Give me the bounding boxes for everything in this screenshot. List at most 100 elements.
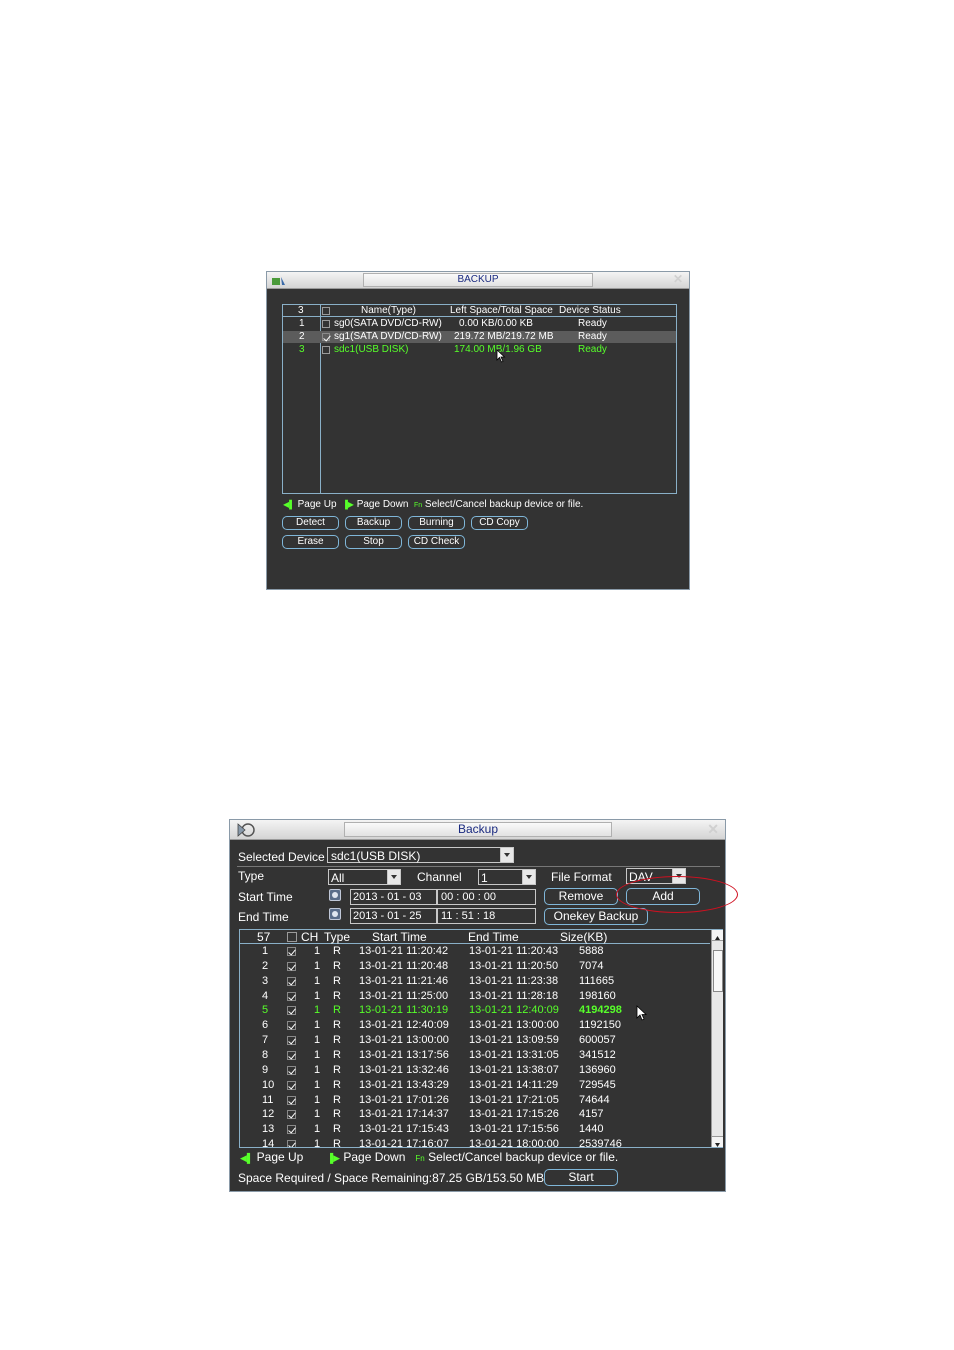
stop-button[interactable]: Stop: [345, 535, 402, 549]
dialog-title: BACKUP: [363, 273, 593, 287]
type-label: Type: [238, 869, 265, 883]
row-type: R: [333, 1138, 341, 1147]
row-size: 5888: [579, 945, 604, 957]
table-row[interactable]: 8 1 R 13-01-21 13:17:56 13-01-21 13:31:05 341…: [240, 1048, 710, 1063]
selected-device-dropdown[interactable]: sdc1(USB DISK): [327, 847, 514, 863]
table-row[interactable]: 3 1 R 13-01-21 11:21:46 13-01-21 11:23:38 111…: [240, 974, 710, 989]
remove-button[interactable]: Remove: [544, 888, 618, 905]
row-size: 341512: [579, 1048, 616, 1061]
close-icon[interactable]: ✕: [707, 821, 719, 838]
row-checkbox[interactable]: [287, 1140, 296, 1147]
device-space: 219.72 MB/219.72 MB: [454, 331, 554, 342]
table-row[interactable]: 14 1 R 13-01-21 17:16:07 13-01-21 18:00:00 25…: [240, 1137, 710, 1147]
detect-button[interactable]: Detect: [282, 516, 339, 530]
row-type: R: [333, 989, 341, 1002]
row-type: R: [333, 1093, 341, 1106]
cd-copy-button[interactable]: CD Copy: [471, 516, 528, 530]
end-date-field[interactable]: 2013 - 01 - 25: [350, 908, 437, 924]
row-channel: 1: [314, 1048, 321, 1061]
list-item[interactable]: 3 sdc1(USB DISK) 174.00 MB/1.96 GB Ready: [283, 344, 676, 356]
end-time-value: 11 : 51 : 18: [441, 910, 496, 922]
row-checkbox[interactable]: [322, 320, 330, 328]
start-time-clock-icon[interactable]: [329, 889, 341, 901]
row-number: 2: [262, 959, 269, 972]
table-row[interactable]: 12 1 R 13-01-21 17:14:37 13-01-21 17:15:26 41…: [240, 1107, 710, 1122]
channel-value: 1: [481, 871, 488, 885]
page-down-icon: ▐▶: [342, 500, 354, 509]
row-size: 1192150: [579, 1019, 622, 1032]
close-icon[interactable]: ✕: [673, 272, 683, 286]
table-row[interactable]: 10 1 R 13-01-21 13:43:29 13-01-21 14:11:29 72…: [240, 1078, 710, 1093]
table-row[interactable]: 13 1 R 13-01-21 17:15:43 13-01-21 17:15:56 14…: [240, 1122, 710, 1137]
row-start-time: 13-01-21 13:43:29: [359, 1078, 449, 1091]
table-row[interactable]: 9 1 R 13-01-21 13:32:46 13-01-21 13:38:07 136…: [240, 1063, 710, 1078]
file-rows: 1 1 R 13-01-21 11:20:42 13-01-21 11:20:43 588…: [240, 944, 710, 1147]
row-checkbox[interactable]: [287, 1021, 296, 1031]
table-row[interactable]: 11 1 R 13-01-21 17:01:26 13-01-21 17:21:05 74…: [240, 1093, 710, 1108]
row-start-time: 13-01-21 17:15:43: [359, 1123, 449, 1136]
scroll-thumb[interactable]: [713, 950, 723, 992]
row-checkbox[interactable]: [287, 976, 296, 986]
row-number: 1: [262, 945, 269, 957]
row-checkbox[interactable]: [287, 961, 296, 971]
row-checkbox[interactable]: [287, 1125, 296, 1135]
row-channel: 1: [314, 959, 321, 972]
row-channel: 1: [314, 1034, 321, 1047]
device-status: Ready: [578, 344, 607, 355]
start-button[interactable]: Start: [544, 1169, 618, 1186]
row-checkbox[interactable]: [287, 1050, 296, 1060]
hint-bar: ◀▌ Page Up ▐▶ Page Down Fn Select/Cancel…: [283, 499, 583, 510]
cd-check-button[interactable]: CD Check: [408, 535, 465, 549]
table-row[interactable]: 4 1 R 13-01-21 11:25:00 13-01-21 11:28:18 198…: [240, 989, 710, 1004]
row-end-time: 13-01-21 11:20:50: [469, 959, 559, 972]
select-all-checkbox[interactable]: [322, 307, 330, 315]
mouse-cursor-icon: [496, 349, 506, 368]
channel-dropdown[interactable]: 1: [478, 869, 536, 885]
table-row[interactable]: 1 1 R 13-01-21 11:20:42 13-01-21 11:20:43 588…: [240, 944, 710, 959]
row-checkbox[interactable]: [287, 1006, 296, 1016]
row-start-time: 13-01-21 13:00:00: [359, 1034, 449, 1047]
row-end-time: 13-01-21 13:00:00: [469, 1019, 559, 1032]
row-checkbox[interactable]: [287, 991, 296, 1001]
onekey-backup-button[interactable]: Onekey Backup: [544, 908, 648, 925]
separator-line: [237, 866, 720, 867]
select-hint: Select/Cancel backup device or file.: [428, 1150, 619, 1164]
end-time-field[interactable]: 11 : 51 : 18: [437, 908, 536, 924]
row-channel: 1: [314, 1063, 321, 1076]
row-checkbox[interactable]: [322, 346, 330, 354]
backup-button[interactable]: Backup: [345, 516, 402, 530]
select-all-checkbox[interactable]: [287, 932, 297, 942]
start-date-field[interactable]: 2013 - 01 - 03: [350, 889, 437, 905]
type-dropdown[interactable]: All: [328, 869, 401, 885]
page-up-hint: Page Up: [297, 499, 337, 510]
list-item[interactable]: 2 sg1(SATA DVD/CD-RW) 219.72 MB/219.72 M…: [283, 331, 676, 343]
table-row[interactable]: 7 1 R 13-01-21 13:00:00 13-01-21 13:09:59 600…: [240, 1033, 710, 1048]
row-channel: 1: [314, 945, 321, 957]
row-channel: 1: [314, 1019, 321, 1032]
end-time-clock-icon[interactable]: [329, 908, 341, 920]
row-checkbox[interactable]: [287, 1036, 296, 1046]
row-checkbox[interactable]: [287, 1080, 296, 1090]
device-list-panel: 3 Name(Type) Left Space/Total Space Devi…: [282, 304, 677, 494]
select-hint: Select/Cancel backup device or file.: [424, 499, 584, 510]
erase-button[interactable]: Erase: [282, 535, 339, 549]
chevron-down-icon: [387, 870, 400, 884]
burning-button[interactable]: Burning: [408, 516, 465, 530]
column-header-size: Size(KB): [560, 930, 608, 944]
list-item[interactable]: 1 sg0(SATA DVD/CD-RW) 0.00 KB/0.00 KB Re…: [283, 318, 676, 330]
row-checkbox[interactable]: [287, 1095, 296, 1105]
scrollbar[interactable]: [711, 930, 723, 1147]
table-row[interactable]: 2 1 R 13-01-21 11:20:48 13-01-21 11:20:50 707…: [240, 959, 710, 974]
scroll-down-icon[interactable]: [712, 1136, 723, 1147]
row-type: R: [333, 959, 341, 972]
row-checkbox[interactable]: [287, 1110, 296, 1120]
row-checkbox[interactable]: [322, 333, 330, 341]
scroll-up-icon[interactable]: [712, 930, 723, 941]
device-status: Ready: [578, 318, 607, 329]
row-checkbox[interactable]: [287, 947, 296, 956]
row-type: R: [333, 1063, 341, 1076]
start-time-field[interactable]: 00 : 00 : 00: [437, 889, 536, 905]
backup-dialog-bottom: Backup ✕ Selected Device sdc1(USB DISK) …: [229, 819, 726, 1192]
start-time-label: Start Time: [238, 890, 293, 904]
row-checkbox[interactable]: [287, 1065, 296, 1075]
